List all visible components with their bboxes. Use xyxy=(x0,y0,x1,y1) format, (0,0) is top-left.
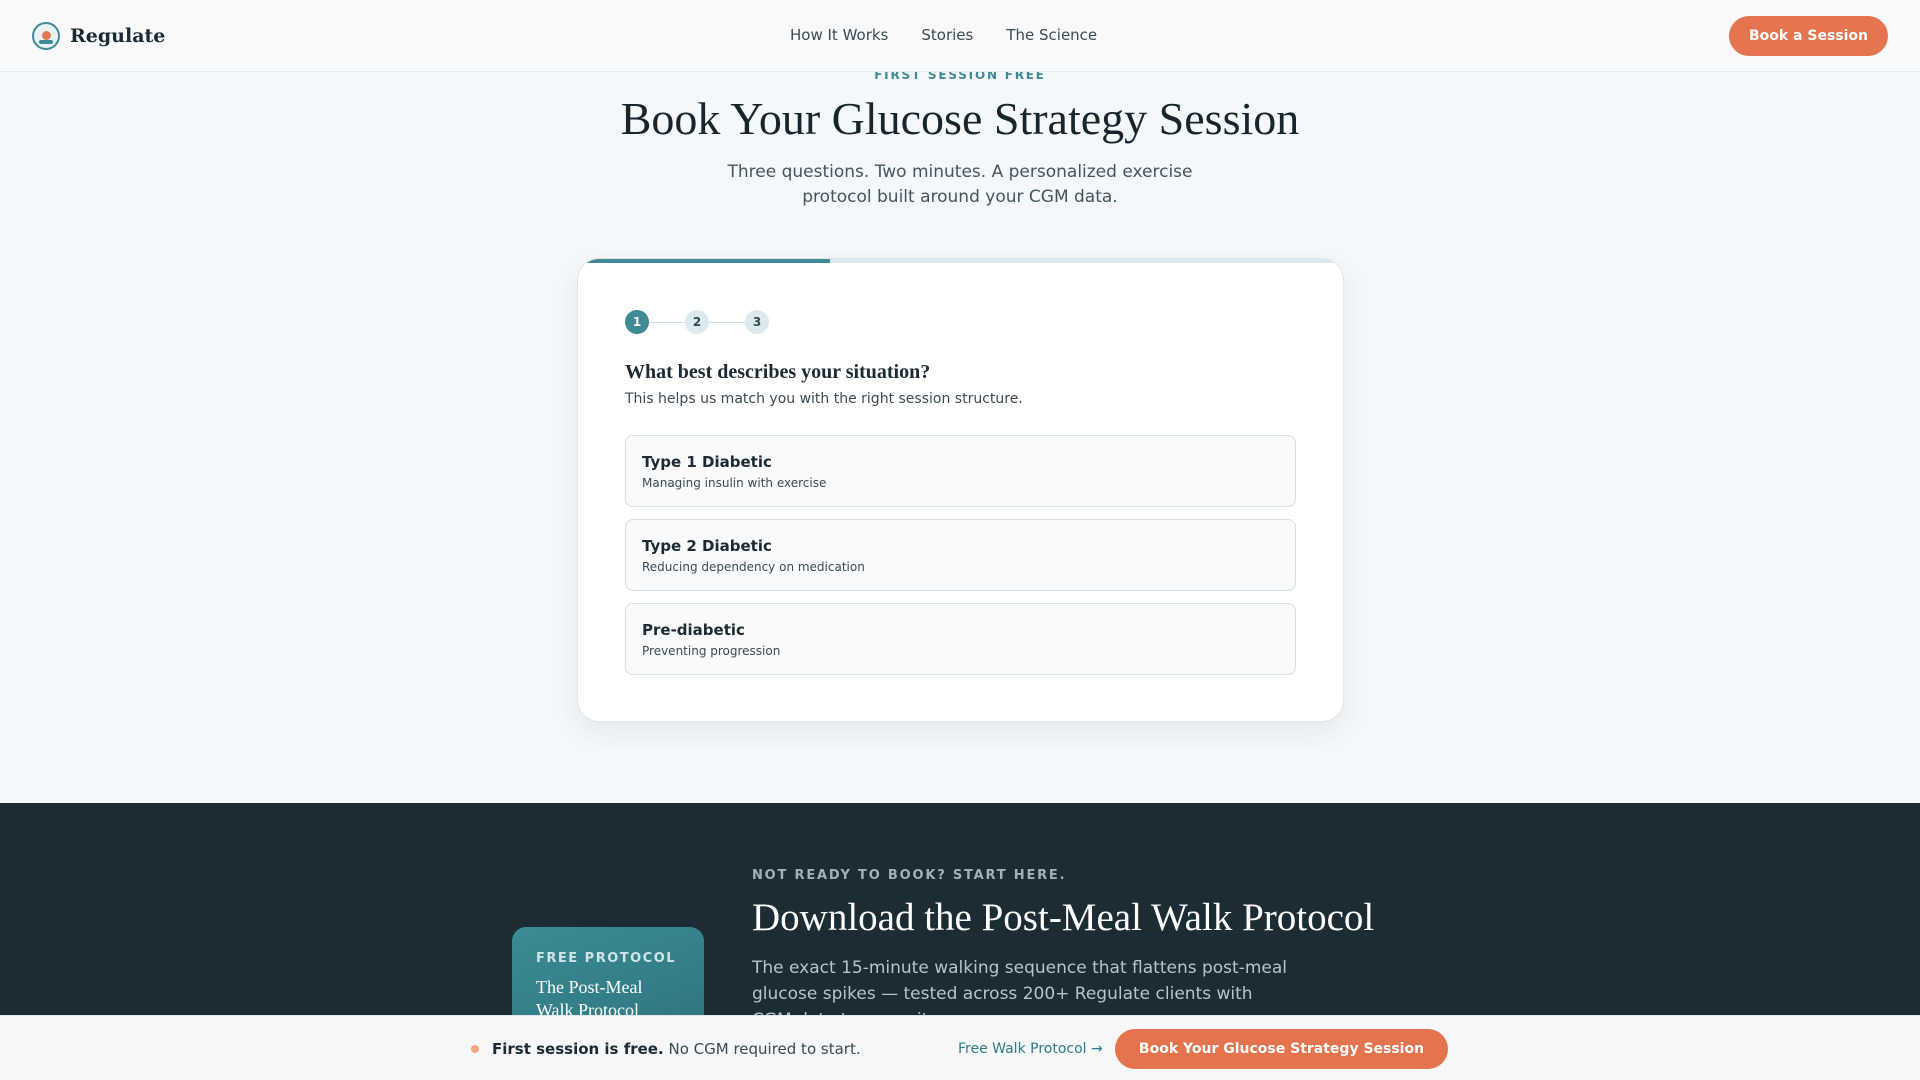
option-type-2-diabetic[interactable]: Type 2 Diabetic Reducing dependency on m… xyxy=(625,519,1296,591)
booking-wizard-card: 1 2 3 What best describes your situation… xyxy=(577,258,1344,722)
status-dot xyxy=(471,1045,479,1053)
book-glucose-session-button[interactable]: Book Your Glucose Strategy Session xyxy=(1115,1029,1448,1069)
question-help: This helps us match you with the right s… xyxy=(625,391,1023,407)
step-connector xyxy=(709,321,745,323)
step-connector xyxy=(649,321,685,323)
page-title: Book Your Glucose Strategy Session xyxy=(620,93,1300,144)
nav-link-stories[interactable]: Stories xyxy=(921,26,973,44)
nav-links: How It Works Stories The Science xyxy=(790,26,1097,44)
sticky-booking-bar: First session is free. No CGM required t… xyxy=(0,1015,1920,1080)
step-indicator: 1 2 3 xyxy=(625,310,769,334)
protocol-card-eyebrow: FREE PROTOCOL xyxy=(536,951,677,966)
option-title: Pre-diabetic xyxy=(642,621,745,639)
logo[interactable]: Regulate xyxy=(32,22,165,50)
step-3: 3 xyxy=(745,310,769,334)
progress-bar-fill xyxy=(578,259,831,263)
question-title: What best describes your situation? xyxy=(625,361,931,383)
free-walk-protocol-link[interactable]: Free Walk Protocol → xyxy=(958,1041,1103,1057)
option-subtitle: Managing insulin with exercise xyxy=(642,476,827,490)
lead-magnet-eyebrow: NOT READY TO BOOK? START HERE. xyxy=(752,868,1067,883)
step-1: 1 xyxy=(625,310,649,334)
option-type-1-diabetic[interactable]: Type 1 Diabetic Managing insulin with ex… xyxy=(625,435,1296,507)
sticky-message-text: No CGM required to start. xyxy=(668,1040,861,1058)
step-2: 2 xyxy=(685,310,709,334)
logo-icon xyxy=(32,22,60,50)
lead-magnet-title: Download the Post-Meal Walk Protocol xyxy=(752,896,1375,939)
brand-name: Regulate xyxy=(70,25,166,47)
option-title: Type 2 Diabetic xyxy=(642,537,772,555)
option-pre-diabetic[interactable]: Pre-diabetic Preventing progression xyxy=(625,603,1296,675)
nav-link-how-it-works[interactable]: How It Works xyxy=(790,26,888,44)
hero-subtitle: Three questions. Two minutes. A personal… xyxy=(727,162,1193,207)
top-nav: Regulate How It Works Stories The Scienc… xyxy=(0,0,1920,72)
option-subtitle: Reducing dependency on medication xyxy=(642,560,865,574)
option-subtitle: Preventing progression xyxy=(642,644,781,658)
nav-link-the-science[interactable]: The Science xyxy=(1006,26,1097,44)
book-session-button[interactable]: Book a Session xyxy=(1728,16,1888,56)
option-title: Type 1 Diabetic xyxy=(642,453,772,471)
sticky-message-bold: First session is free. xyxy=(492,1040,664,1058)
progress-bar xyxy=(578,259,1343,263)
sticky-message: First session is free. No CGM required t… xyxy=(492,1040,861,1058)
